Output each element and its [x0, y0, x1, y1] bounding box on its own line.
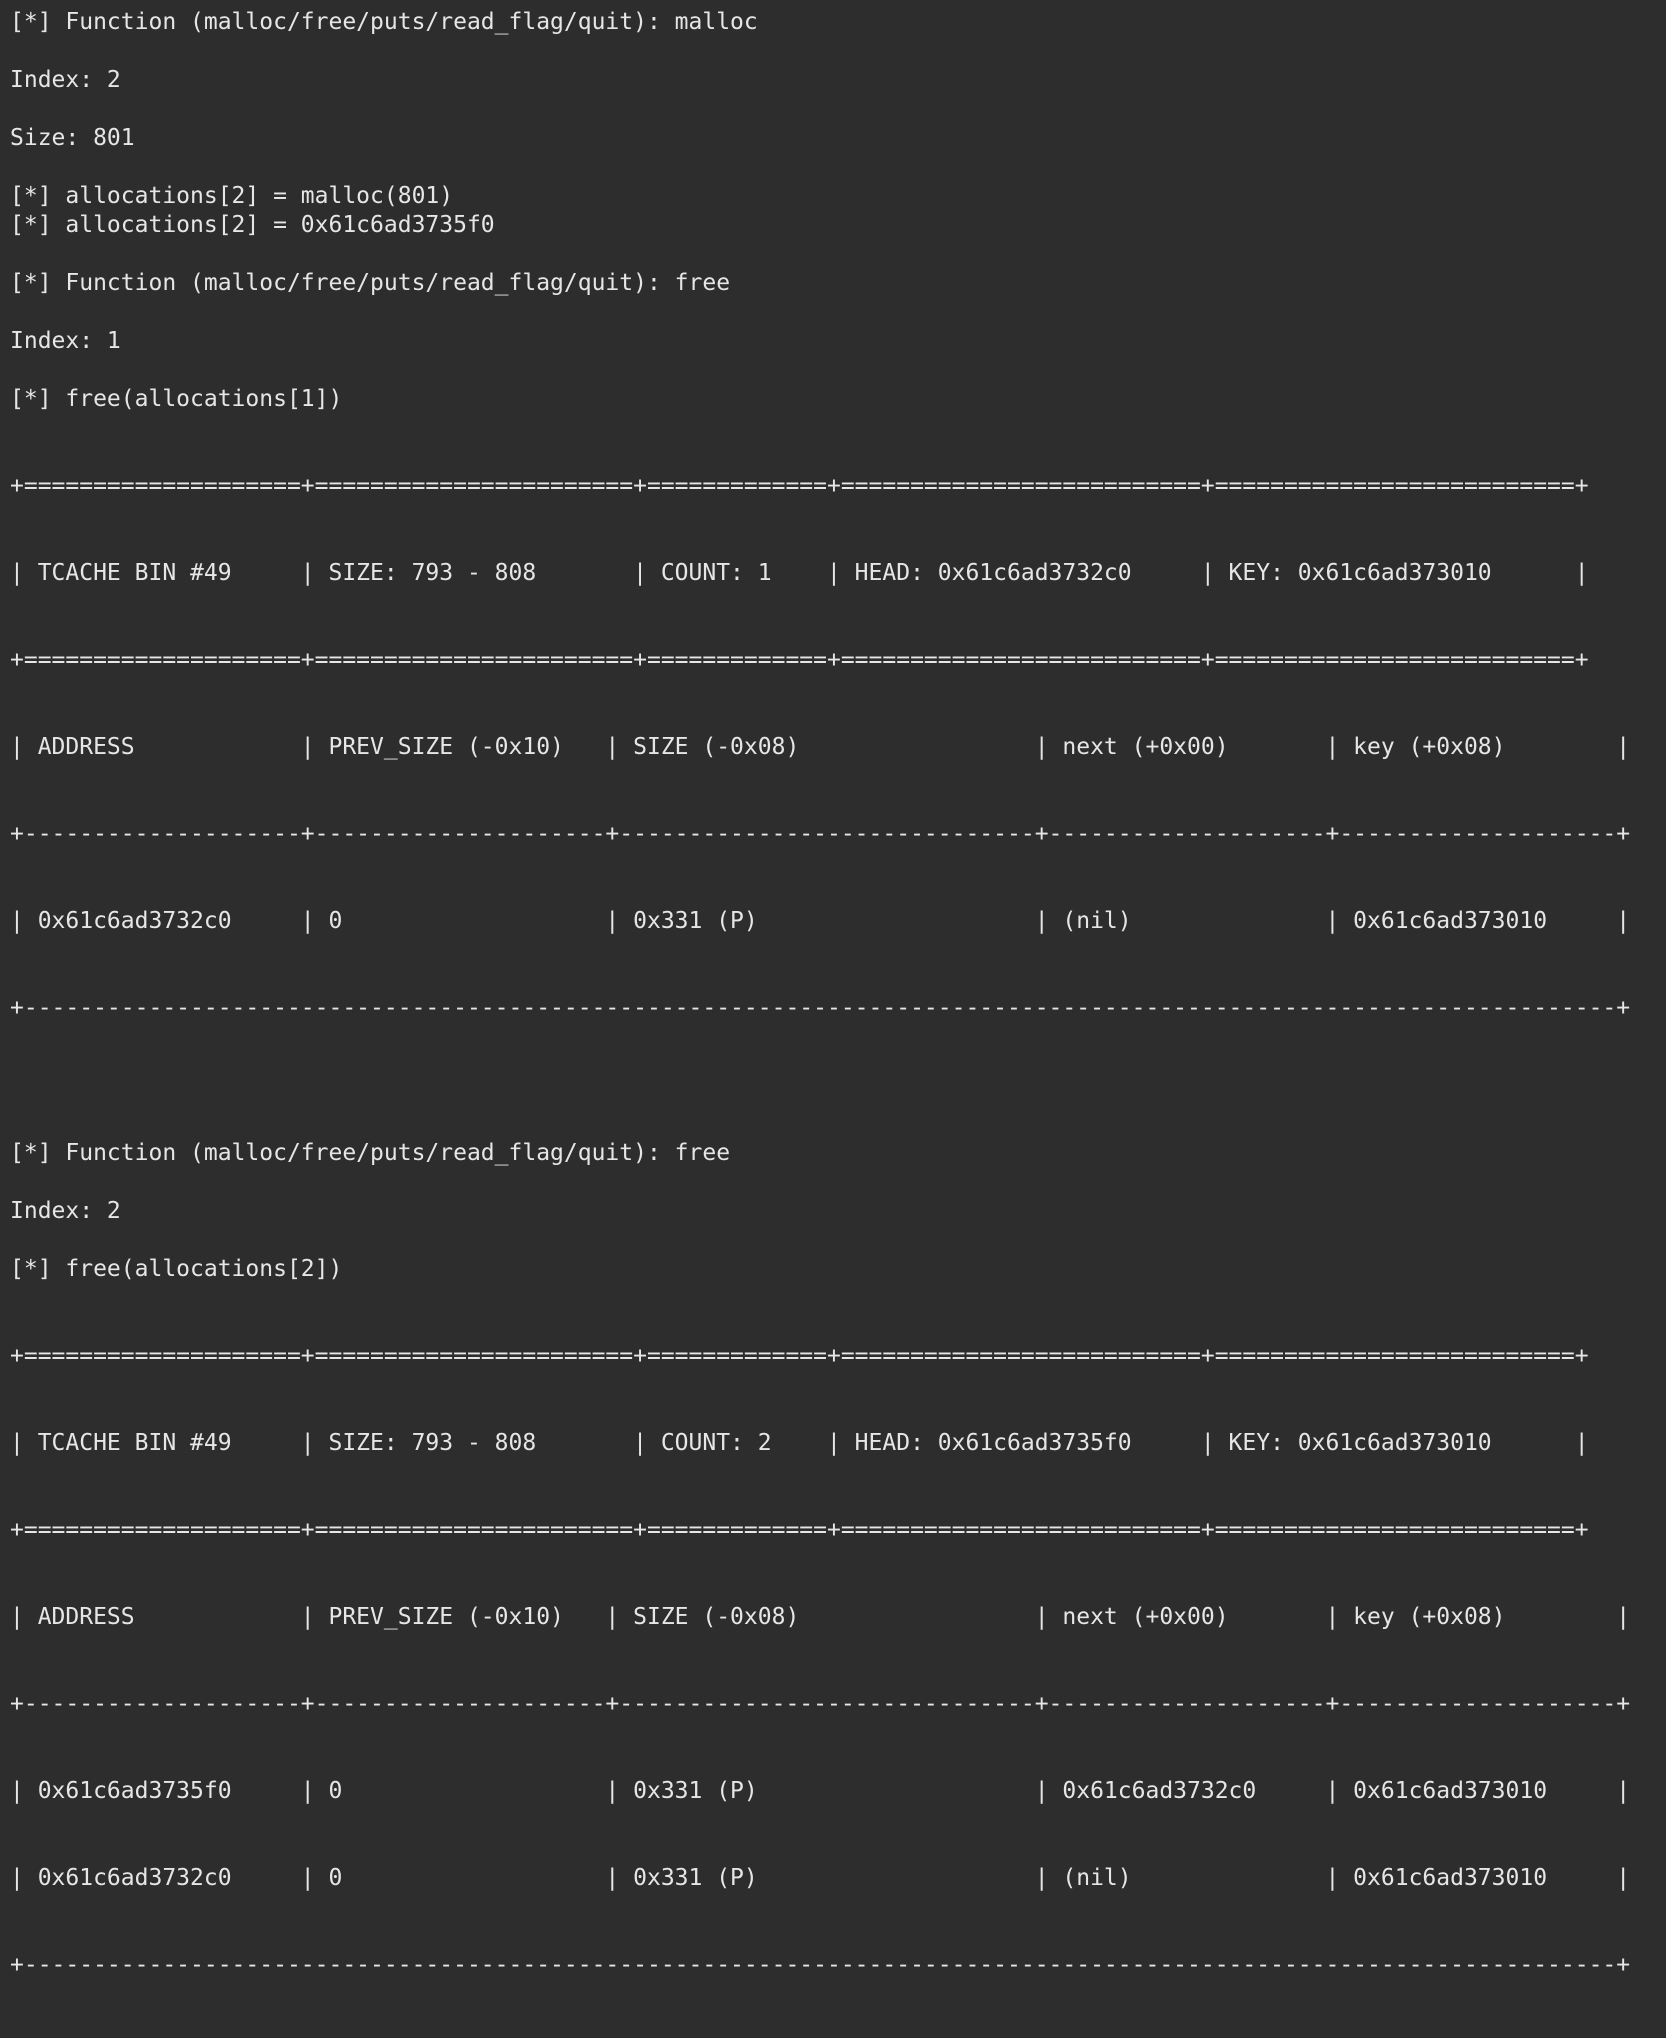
- prompt-line: [*] Function (malloc/free/puts/read_flag…: [10, 1140, 731, 1166]
- table-border: +====================+==================…: [10, 1517, 1589, 1543]
- table-row: | 0x61c6ad3732c0 | 0 | 0x331 (P) | (nil)…: [10, 1865, 1631, 1891]
- table-column-header: | ADDRESS | PREV_SIZE (-0x10) | SIZE (-0…: [10, 1604, 1631, 1630]
- table-border: +--------------------+------------------…: [10, 821, 1631, 847]
- tcache-table-1: +====================+==================…: [10, 414, 1666, 1081]
- table-border: +====================+==================…: [10, 473, 1589, 499]
- table-header: | TCACHE BIN #49 | SIZE: 793 - 808 | COU…: [10, 560, 1589, 586]
- table-row: | 0x61c6ad3735f0 | 0 | 0x331 (P) | 0x61c…: [10, 1778, 1631, 1804]
- table-row: | 0x61c6ad3732c0 | 0 | 0x331 (P) | (nil)…: [10, 908, 1631, 934]
- table-border: +====================+==================…: [10, 1343, 1589, 1369]
- terminal-window[interactable]: [*] Function (malloc/free/puts/read_flag…: [0, 0, 1666, 1978]
- output-line: [*] free(allocations[2]): [10, 1256, 343, 1282]
- prompt-line: [*] Function (malloc/free/puts/read_flag…: [10, 9, 758, 35]
- input-echo-line: Size: 801: [10, 125, 135, 151]
- output-line: [*] allocations[2] = 0x61c6ad3735f0: [10, 212, 495, 238]
- table-border: +---------------------------------------…: [10, 1952, 1631, 1978]
- input-echo-line: Index: 1: [10, 328, 121, 354]
- table-border: +====================+==================…: [10, 647, 1589, 673]
- table-border: +---------------------------------------…: [10, 995, 1631, 1021]
- input-echo-line: Index: 2: [10, 1198, 121, 1224]
- table-header: | TCACHE BIN #49 | SIZE: 793 - 808 | COU…: [10, 1430, 1589, 1456]
- table-column-header: | ADDRESS | PREV_SIZE (-0x10) | SIZE (-0…: [10, 734, 1631, 760]
- input-echo-line: Index: 2: [10, 67, 121, 93]
- table-border: +--------------------+------------------…: [10, 1691, 1631, 1717]
- prompt-line: [*] Function (malloc/free/puts/read_flag…: [10, 270, 731, 296]
- output-line: [*] allocations[2] = malloc(801): [10, 183, 454, 209]
- tcache-table-2: +====================+==================…: [10, 1284, 1666, 2038]
- output-line: [*] free(allocations[1]): [10, 386, 343, 412]
